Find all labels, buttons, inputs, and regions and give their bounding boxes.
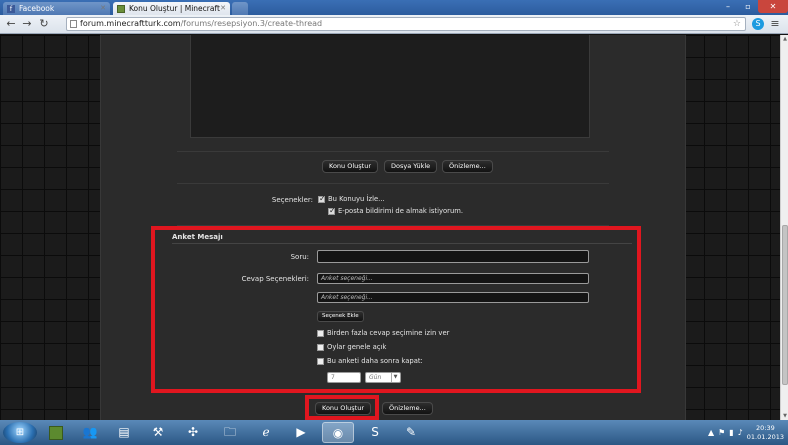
tab-label: Facebook xyxy=(19,4,55,13)
minecraft-app-icon[interactable] xyxy=(40,422,72,443)
preview-button[interactable]: Önizleme... xyxy=(442,160,493,173)
back-icon[interactable]: ← xyxy=(4,17,18,31)
tab-close-icon[interactable]: ✕ xyxy=(220,2,226,15)
tab-close-icon[interactable]: ✕ xyxy=(100,2,106,15)
wrench-menu-icon[interactable]: ≡ xyxy=(768,17,782,31)
users-app-icon[interactable]: 👥 xyxy=(74,422,106,443)
browser-toolbar: ← → ↻ forum.minecraftturk.com/forums/res… xyxy=(0,15,788,34)
email-notify-label: E-posta bildirimi de almak istiyorum. xyxy=(338,207,464,215)
clock-time: 20:39 xyxy=(756,423,775,432)
internet-explorer-icon[interactable]: ℯ xyxy=(250,422,282,443)
clock[interactable]: 20:39 01.01.2013 xyxy=(747,424,784,442)
divider xyxy=(177,183,609,184)
email-notify-checkbox[interactable] xyxy=(328,206,336,215)
media-player-icon[interactable]: ▶ xyxy=(285,422,317,443)
folder-app-icon[interactable]: 🗀 xyxy=(214,422,246,443)
window-controls: – ▫ ✕ xyxy=(718,0,788,15)
divider xyxy=(177,151,609,152)
skype-extension-icon[interactable]: S xyxy=(752,18,764,30)
watch-thread-label: Bu Konuyu İzle... xyxy=(328,195,385,203)
reload-icon[interactable]: ↻ xyxy=(37,17,51,31)
message-editor[interactable] xyxy=(190,35,590,138)
url-path: /forums/resepsiyon.3/create-thread xyxy=(180,19,323,28)
facebook-icon: f xyxy=(7,5,15,13)
tool-app-icon[interactable]: ⚒ xyxy=(142,422,174,443)
tab-facebook[interactable]: f Facebook ✕ xyxy=(3,2,110,15)
new-tab-button[interactable] xyxy=(232,2,248,15)
paint-app-icon[interactable]: ✎ xyxy=(395,422,427,443)
page-scrollbar[interactable]: ▲ ▼ xyxy=(780,35,788,420)
close-window-icon[interactable]: ✕ xyxy=(758,0,788,13)
start-button[interactable]: ⊞ xyxy=(3,422,37,443)
page-icon xyxy=(70,20,77,28)
create-thread-button[interactable]: Konu Oluştur xyxy=(322,160,378,173)
address-bar[interactable]: forum.minecraftturk.com/forums/resepsiyo… xyxy=(66,17,746,31)
watch-thread-checkbox[interactable] xyxy=(318,194,326,203)
flag-icon[interactable]: ⚑ xyxy=(718,428,725,437)
skype-app-icon[interactable]: S xyxy=(359,422,391,443)
options-label: Seçenekler: xyxy=(271,196,313,204)
bookmark-star-icon[interactable]: ☆ xyxy=(733,18,741,30)
show-hidden-icons-icon[interactable]: ▲ xyxy=(708,428,714,437)
system-tray: ▲ ⚑ ▮ ♪ 20:39 01.01.2013 xyxy=(708,420,784,445)
bottom-preview-button[interactable]: Önizleme... xyxy=(382,402,433,415)
scroll-up-icon[interactable]: ▲ xyxy=(781,35,788,43)
create-thread-highlight-box xyxy=(305,395,379,420)
scroll-down-icon[interactable]: ▼ xyxy=(781,412,788,420)
create-thread-form: Konu Oluştur Dosya Yükle Önizleme... Seç… xyxy=(100,35,686,420)
upload-file-button[interactable]: Dosya Yükle xyxy=(384,160,438,173)
network-app-icon[interactable]: ✣ xyxy=(177,422,209,443)
clock-date: 01.01.2013 xyxy=(746,432,784,441)
chrome-app-icon[interactable]: ◉ xyxy=(322,422,354,443)
network-icon[interactable]: ▮ xyxy=(729,428,733,437)
tab-create-thread[interactable]: Konu Oluştur | Minecraft ✕ xyxy=(113,2,230,15)
windows-logo-icon: ⊞ xyxy=(15,427,25,438)
scrollbar-thumb[interactable] xyxy=(782,225,788,385)
browser-tab-strip: f Facebook ✕ Konu Oluştur | Minecraft ✕ … xyxy=(0,0,788,15)
taskbar: ⊞ 👥 ▤ ⚒ ✣ 🗀 ℯ ▶ ◉ S ✎ ▲ ⚑ ▮ ♪ 20:39 01.0… xyxy=(0,420,788,445)
contacts-app-icon[interactable]: ▤ xyxy=(108,422,140,443)
page-background: Konu Oluştur Dosya Yükle Önizleme... Seç… xyxy=(0,35,780,420)
minecraft-icon xyxy=(117,5,125,13)
minimize-icon[interactable]: – xyxy=(718,0,738,13)
maximize-icon[interactable]: ▫ xyxy=(738,0,758,13)
forward-icon[interactable]: → xyxy=(20,17,34,31)
poll-highlight-box xyxy=(151,226,641,393)
url-domain: forum.minecraftturk.com xyxy=(80,19,181,28)
volume-icon[interactable]: ♪ xyxy=(738,428,743,437)
tab-label: Konu Oluştur | Minecraft xyxy=(129,4,220,13)
